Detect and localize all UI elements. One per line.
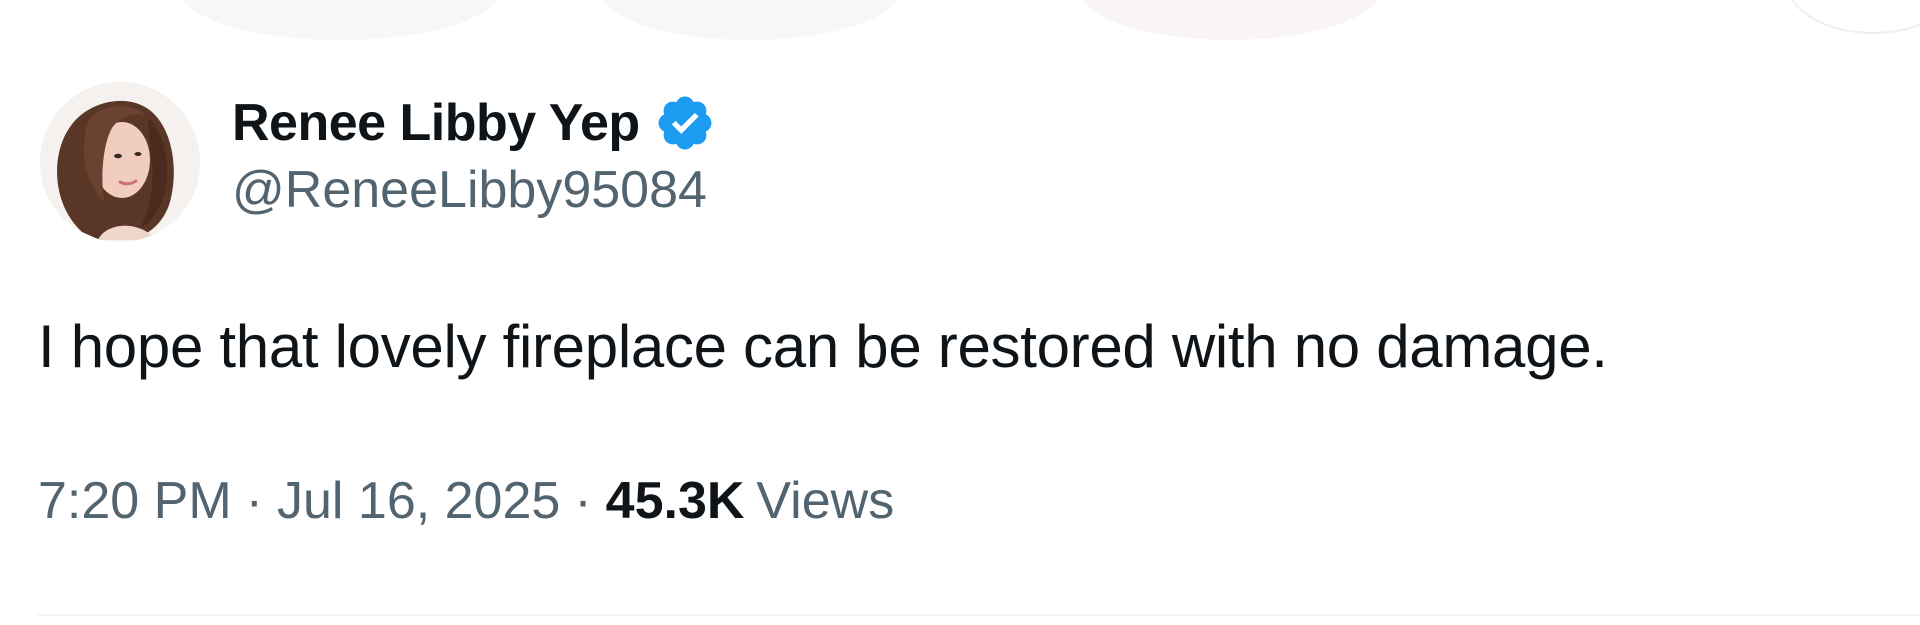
divider xyxy=(38,614,1920,616)
display-name[interactable]: Renee Libby Yep xyxy=(232,92,640,154)
meta-separator: · xyxy=(574,472,592,530)
verified-badge-icon[interactable] xyxy=(654,92,716,154)
author-block[interactable]: Renee Libby Yep @ReneeLibby95084 xyxy=(232,92,716,220)
cutoff-content-shape xyxy=(600,0,900,40)
views-label: Views xyxy=(756,472,895,530)
user-handle[interactable]: @ReneeLibby95084 xyxy=(232,160,716,220)
avatar[interactable] xyxy=(40,82,200,242)
tweet-text: I hope that lovely fireplace can be rest… xyxy=(38,313,1608,380)
avatar-image xyxy=(40,82,200,242)
tweet-detail-view: Renee Libby Yep @ReneeLibby95084 I hope … xyxy=(0,0,1920,625)
meta-separator: · xyxy=(245,472,263,530)
tweet-date[interactable]: Jul 16, 2025 xyxy=(277,472,560,530)
cutoff-content-shape xyxy=(1080,0,1380,40)
cutoff-content-shape xyxy=(180,0,500,40)
display-name-row: Renee Libby Yep xyxy=(232,92,716,154)
views-count[interactable]: 45.3K xyxy=(606,472,745,530)
tweet-meta: 7:20 PM · Jul 16, 2025 · 45.3K Views xyxy=(38,470,894,532)
cutoff-content-ring xyxy=(1786,0,1920,34)
tweet-time[interactable]: 7:20 PM xyxy=(38,472,232,530)
